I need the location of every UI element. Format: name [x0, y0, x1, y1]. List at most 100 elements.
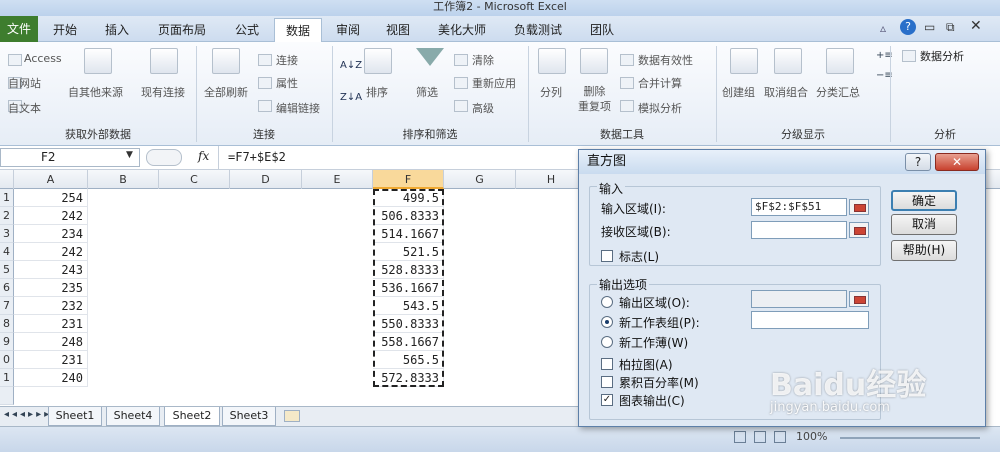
name-box[interactable]: F2 — [0, 148, 140, 167]
close-icon[interactable]: ✕ — [935, 153, 979, 171]
group-button[interactable]: 创建组 — [722, 84, 755, 100]
cell-a[interactable]: 254 — [14, 189, 88, 207]
properties-button[interactable]: 属性 — [276, 75, 298, 91]
select-all-corner[interactable] — [0, 170, 14, 189]
bin-range-field[interactable] — [751, 221, 847, 239]
input-range-field[interactable]: $F$2:$F$51 — [751, 198, 847, 216]
sort-ascending-icon[interactable]: A↓Z — [340, 60, 362, 71]
other-sources-button[interactable]: 自其他来源 — [68, 84, 123, 100]
close-workbook-icon[interactable]: ✕ — [970, 18, 982, 34]
row-header[interactable]: 1 — [0, 369, 14, 387]
edit-links-button[interactable]: 编辑链接 — [276, 100, 320, 116]
tab-file[interactable]: 文件 — [0, 16, 38, 42]
reapply-button[interactable]: 重新应用 — [472, 75, 516, 91]
new-sheet-name-field[interactable] — [751, 311, 869, 329]
tab-team[interactable]: 团队 — [578, 18, 626, 42]
advanced-button[interactable]: 高级 — [472, 100, 494, 116]
column-header[interactable]: D — [230, 170, 302, 189]
connections-button[interactable]: 连接 — [276, 52, 298, 68]
name-box-dropdown-icon[interactable]: ▼ — [126, 150, 133, 160]
output-range-field[interactable] — [751, 290, 847, 308]
tab-load-test[interactable]: 负载测试 — [502, 18, 574, 42]
collapse-dialog-icon[interactable] — [849, 222, 869, 238]
column-header[interactable]: A — [14, 170, 88, 189]
refresh-all-button[interactable]: 全部刷新 — [204, 84, 248, 100]
consolidate-button[interactable]: 合并计算 — [638, 75, 682, 91]
row-header[interactable]: 3 — [0, 225, 14, 243]
zoom-level[interactable]: 100% — [796, 430, 827, 443]
sheet-tab[interactable]: Sheet4 — [106, 407, 160, 426]
cell-a[interactable]: 242 — [14, 207, 88, 225]
help-icon[interactable]: ? — [900, 19, 916, 35]
remove-duplicates-button[interactable]: 删除 重复项 — [578, 84, 611, 114]
data-validation-button[interactable]: 数据有效性 — [638, 52, 693, 68]
row-header[interactable]: 5 — [0, 261, 14, 279]
row-header[interactable]: 9 — [0, 333, 14, 351]
normal-view-icon[interactable] — [734, 431, 746, 443]
data-analysis-button[interactable]: 数据分析 — [920, 48, 964, 64]
insert-function-icon[interactable]: fx — [198, 149, 209, 163]
row-header[interactable] — [0, 387, 14, 405]
output-range-radio[interactable] — [601, 296, 613, 308]
from-text-button[interactable]: 自文本 — [8, 100, 41, 116]
column-header[interactable]: E — [302, 170, 373, 189]
cell-a[interactable]: 243 — [14, 261, 88, 279]
column-header[interactable]: G — [444, 170, 516, 189]
cell-a[interactable]: 231 — [14, 315, 88, 333]
row-header[interactable]: 4 — [0, 243, 14, 261]
row-header[interactable]: 6 — [0, 279, 14, 297]
column-header[interactable]: H — [516, 170, 587, 189]
restore-window-icon[interactable]: ⧉ — [946, 20, 955, 35]
cell-a[interactable]: 248 — [14, 333, 88, 351]
page-layout-view-icon[interactable] — [754, 431, 766, 443]
subtotal-button[interactable]: 分类汇总 — [816, 84, 860, 100]
tab-formulas[interactable]: 公式 — [222, 18, 272, 42]
tab-view[interactable]: 视图 — [374, 18, 422, 42]
tab-beautify[interactable]: 美化大师 — [426, 18, 498, 42]
row-header[interactable]: 2 — [0, 207, 14, 225]
collapse-dialog-icon[interactable] — [849, 199, 869, 215]
text-to-columns-button[interactable]: 分列 — [540, 84, 562, 100]
clear-button[interactable]: 清除 — [472, 52, 494, 68]
tab-page-layout[interactable]: 页面布局 — [144, 18, 220, 42]
insert-sheet-icon[interactable] — [284, 410, 300, 422]
labels-checkbox[interactable] — [601, 250, 613, 262]
tab-review[interactable]: 审阅 — [326, 18, 370, 42]
what-if-button[interactable]: 模拟分析 — [638, 100, 682, 116]
sort-button[interactable]: 排序 — [366, 84, 388, 100]
tab-home[interactable]: 开始 — [40, 18, 90, 42]
row-header[interactable]: 7 — [0, 297, 14, 315]
help-question-icon[interactable]: ? — [905, 153, 931, 171]
access-button[interactable]: Access — [24, 52, 62, 65]
cell-a[interactable]: 240 — [14, 369, 88, 387]
minimize-ribbon-icon[interactable]: ▭ — [924, 20, 935, 34]
row-header[interactable]: 0 — [0, 351, 14, 369]
chart-output-checkbox[interactable]: ✓ — [601, 394, 613, 406]
ribbon-collapse-icon[interactable]: ▵ — [880, 21, 886, 35]
sheet-tab[interactable]: Sheet1 — [48, 407, 102, 426]
sheet-tab[interactable]: Sheet3 — [222, 407, 276, 426]
column-header-selected[interactable]: F — [373, 170, 444, 189]
cell-a[interactable]: 242 — [14, 243, 88, 261]
sheet-nav-arrows-icon[interactable]: ◂◂◂▸▸▸ — [4, 409, 52, 420]
row-header[interactable]: 1 — [0, 189, 14, 207]
collapse-dialog-icon[interactable] — [849, 291, 869, 307]
sheet-tab-active[interactable]: Sheet2 — [164, 407, 220, 426]
new-workbook-radio[interactable] — [601, 336, 613, 348]
cell-a[interactable]: 234 — [14, 225, 88, 243]
new-sheet-radio[interactable] — [601, 316, 613, 328]
existing-connections-button[interactable]: 现有连接 — [141, 84, 185, 100]
column-header[interactable]: B — [88, 170, 159, 189]
tab-insert[interactable]: 插入 — [92, 18, 142, 42]
cumulative-percent-checkbox[interactable] — [601, 376, 613, 388]
sort-descending-icon[interactable]: Z↓A — [340, 92, 362, 103]
formula-input[interactable]: =F7+$E$2 — [228, 150, 286, 164]
cancel-button[interactable]: 取消 — [891, 214, 957, 235]
from-web-button[interactable]: 自网站 — [8, 75, 41, 91]
row-header[interactable]: 8 — [0, 315, 14, 333]
help-button[interactable]: 帮助(H) — [891, 240, 957, 261]
tab-data[interactable]: 数据 — [274, 18, 322, 43]
zoom-slider[interactable] — [840, 437, 980, 439]
cell-a[interactable]: 231 — [14, 351, 88, 369]
cell-a[interactable]: 235 — [14, 279, 88, 297]
